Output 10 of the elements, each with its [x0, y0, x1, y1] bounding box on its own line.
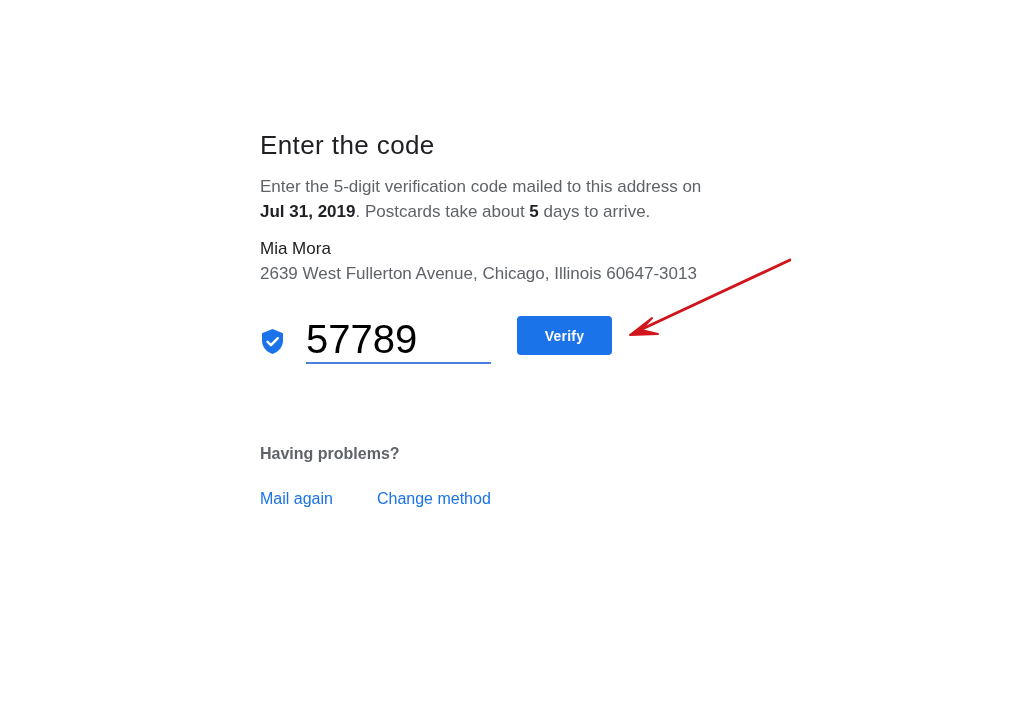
recipient-address: 2639 West Fullerton Avenue, Chicago, Illinois 60647-3013 [260, 263, 697, 285]
verify-button[interactable]: Verify [517, 316, 612, 355]
page-title: Enter the code [260, 129, 435, 161]
help-heading: Having problems? [260, 444, 400, 464]
recipient-name: Mia Mora [260, 238, 331, 260]
code-input-field[interactable]: 57789 [306, 316, 491, 364]
shield-check-icon [262, 329, 283, 354]
help-link[interactable]: Change method [376, 487, 491, 511]
help-link[interactable]: Mail again [260, 487, 333, 511]
instructions-text: Enter the 5-digit verification code mailed to this address on Jul 31, 2019. Postcards take about 5 days to arrive. [260, 176, 703, 223]
